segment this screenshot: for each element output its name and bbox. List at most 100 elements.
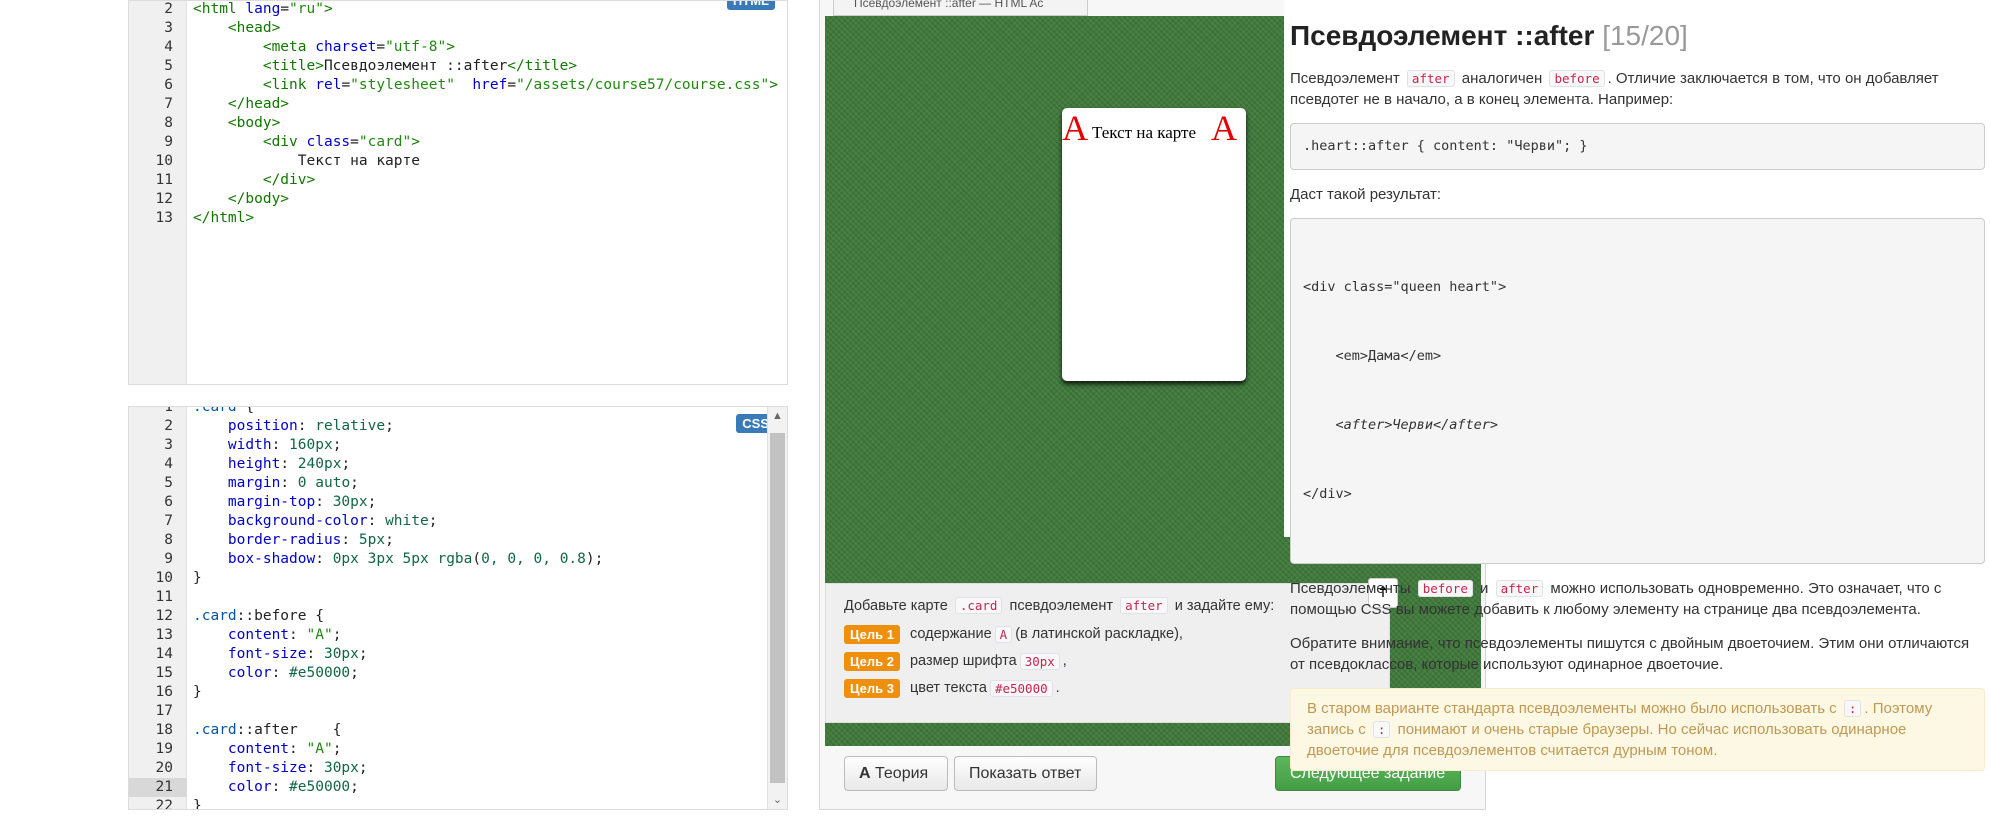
line-number: 4 [164,39,173,55]
code-line[interactable]: 20 font-size: 30px; [129,759,787,778]
code-line[interactable]: 12 </body> [129,190,787,209]
code-line[interactable]: 4 <meta charset="utf-8"> [129,38,787,57]
theory-paragraph-3: Псевдоэлементы before и after можно испо… [1290,580,1942,618]
html-editor-lines[interactable]: 2 <html lang="ru"> 3 <head> 4 <meta charset… [129,1,787,228]
code-text: <meta charset="utf-8"> [262,39,455,55]
code-line[interactable]: 5 margin: 0 auto; [129,474,787,493]
html-badge: HTML [726,1,775,10]
code-text: box-shadow: 0px 3px 5px rgba(0, 0, 0, 0.… [227,551,604,567]
code-text: </html> [193,210,255,226]
code-text: .card::after { [193,722,342,738]
goal-label: Цель 3 [844,678,900,698]
line-number: 19 [155,741,173,757]
line-number: 22 [155,798,173,810]
code-text: .card { [193,406,255,415]
code-line[interactable]: 13 content: "A"; [129,626,787,645]
code-line[interactable]: 14 font-size: 30px; [129,645,787,664]
line-number: 9 [164,551,173,567]
css-editor-lines[interactable]: 1 .card {2 position: relative; 3 width: 16… [129,406,787,810]
code-line[interactable]: 4 height: 240px; [129,455,787,474]
line-number: 16 [155,684,173,700]
code-line[interactable]: 16} [129,683,787,702]
line-number: 13 [155,210,173,226]
card-after-letter: A [1211,108,1237,148]
code-text: <div class="card"> [262,134,421,150]
theory-paragraph-1: Псевдоэлемент after аналогичен before. О… [1290,70,1939,108]
code-line[interactable]: 11 </div> [129,171,787,190]
line-number: 6 [164,494,173,510]
code-line[interactable]: 2 position: relative; [129,417,787,436]
theory-button[interactable]: A Теория [844,756,948,791]
scroll-down-icon[interactable]: ⌄ [768,791,787,809]
code-line[interactable]: 12 .card::before { [129,607,787,626]
line-number: 2 [164,418,173,434]
code-line[interactable]: 3 width: 160px; [129,436,787,455]
code-line[interactable]: 3 <head> [129,19,787,38]
code-text: margin-top: 30px; [227,494,377,510]
code-line[interactable]: 6 margin-top: 30px; [129,493,787,512]
code-text: border-radius: 5px; [227,532,394,548]
line-number: 4 [164,456,173,472]
code-line[interactable]: 11 [129,588,787,607]
playing-card: A Текст на карте A [1062,108,1246,381]
code-line[interactable]: 6 <link rel="stylesheet" href="/assets/c… [129,76,787,95]
css-editor-scrollbar[interactable]: ▲ ⌄ [767,407,787,809]
theory-paragraph-4: Обратите внимание, что псевдоэлементы пи… [1290,635,1970,673]
show-answer-button[interactable]: Показать ответ [954,756,1097,791]
code-line[interactable]: 7 </head> [129,95,787,114]
code-line[interactable]: 8 <body> [129,114,787,133]
css-editor[interactable]: 1 .card {2 position: relative; 3 width: 16… [128,406,788,810]
line-number: 11 [155,172,173,188]
code-text: position: relative; [227,418,394,434]
code-text: .card::before { [193,608,324,624]
card-text: Текст на карте [1092,123,1197,142]
line-number: 13 [155,627,173,643]
card-content: A Текст на карте A [1062,110,1246,146]
code-text: <title>Псевдоэлемент ::after</title> [262,58,578,74]
code-line[interactable]: 7 background-color: white; [129,512,787,531]
code-line[interactable]: 1 .card { [129,406,787,417]
code-text: width: 160px; [227,437,342,453]
theory-counter: [15/20] [1602,20,1688,51]
code-line[interactable]: 19 content: "A"; [129,740,787,759]
scroll-up-icon[interactable]: ▲ [768,407,787,425]
line-number: 10 [155,570,173,586]
code-text: </head> [227,96,290,112]
code-line[interactable]: 9 <div class="card"> [129,133,787,152]
code-line[interactable]: 15 color: #e50000; [129,664,787,683]
code-line[interactable]: 2 <html lang="ru"> [129,1,787,19]
code-line[interactable]: 17 [129,702,787,721]
line-number: 18 [155,722,173,738]
code-line[interactable]: 10} [129,569,787,588]
code-line[interactable]: 13 </html> [129,209,787,228]
html-editor[interactable]: 2 <html lang="ru"> 3 <head> 4 <meta charset… [128,0,788,385]
line-number: 1 [164,406,173,415]
line-number: 10 [155,153,173,169]
theory-code-1: .heart::after { content: "Черви"; } [1290,123,1985,170]
line-number: 11 [155,589,173,605]
code-text: font-size: 30px; [227,646,368,662]
theory-title: Псевдоэлемент ::after [15/20] [1290,20,1688,51]
code-line[interactable]: 10 Текст на карте [129,152,787,171]
line-number: 5 [164,475,173,491]
code-text: color: #e50000; [227,779,359,795]
code-line[interactable]: 18 .card::after { [129,721,787,740]
code-line[interactable]: 21 color: #e50000; [129,778,787,797]
code-line[interactable]: 9 box-shadow: 0px 3px 5px rgba(0, 0, 0, … [129,550,787,569]
code-line[interactable]: 22} [129,797,787,810]
code-text: color: #e50000; [227,665,359,681]
code-text: } [193,684,202,700]
card-before-letter: A [1062,108,1088,148]
code-text: <head> [227,20,281,36]
line-number: 2 [164,1,173,17]
preview-tab: Псевдоэлемент ::after — HTML Ac [833,0,1088,16]
line-number: 20 [155,760,173,776]
line-number: 7 [164,96,173,112]
code-line[interactable]: 8 border-radius: 5px; [129,531,787,550]
theory-warning: В старом варианте стандарта псевдоэлемен… [1290,688,1985,771]
code-line[interactable]: 5 <title>Псевдоэлемент ::after</title> [129,57,787,76]
theory-code-2: <div class="queen heart"> <em>Дама</em> … [1290,218,1985,564]
theory-panel: Псевдоэлемент ::after [15/20] Псевдоэлем… [1284,0,1990,771]
css-editor-scroll-thumb[interactable] [770,433,785,783]
line-number: 5 [164,58,173,74]
